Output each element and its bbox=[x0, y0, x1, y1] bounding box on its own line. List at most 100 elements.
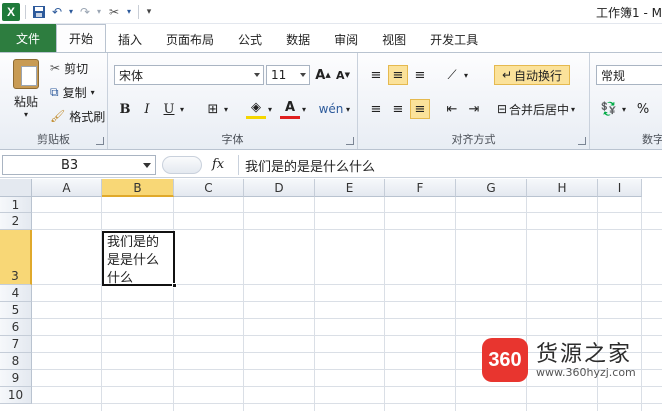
tab-insert[interactable]: 插入 bbox=[106, 26, 154, 52]
bold-button[interactable]: B bbox=[116, 99, 134, 119]
tab-home[interactable]: 开始 bbox=[56, 24, 107, 52]
tab-review[interactable]: 审阅 bbox=[322, 26, 370, 52]
column-header-e[interactable]: E bbox=[315, 179, 385, 197]
align-center-icon[interactable]: ≡ bbox=[388, 99, 408, 119]
select-all-corner[interactable] bbox=[0, 179, 32, 197]
font-name-value: 宋体 bbox=[119, 68, 144, 83]
column-header-a[interactable]: A bbox=[32, 179, 102, 197]
number-format-select[interactable]: 常规 bbox=[596, 65, 662, 85]
cut-button[interactable]: ✂ 剪切 bbox=[50, 59, 88, 77]
row-header-1[interactable]: 1 bbox=[0, 197, 32, 213]
fill-color-icon[interactable]: ◈ bbox=[246, 99, 266, 119]
fill-handle[interactable] bbox=[172, 283, 177, 288]
save-icon[interactable] bbox=[31, 3, 47, 21]
grid-row-line bbox=[32, 229, 662, 230]
redo-dropdown-icon[interactable]: ▾ bbox=[95, 3, 103, 21]
watermark-logo: 360 bbox=[482, 338, 528, 382]
orientation-dropdown-icon[interactable]: ▾ bbox=[462, 65, 470, 85]
row-header-3[interactable]: 3 bbox=[0, 230, 32, 285]
grid-row-line bbox=[32, 318, 662, 319]
percent-button[interactable]: % bbox=[634, 99, 652, 119]
tab-formulas[interactable]: 公式 bbox=[226, 26, 274, 52]
column-header-f[interactable]: F bbox=[385, 179, 456, 197]
undo-icon[interactable]: ↶ bbox=[49, 3, 65, 21]
row-header-9[interactable]: 9 bbox=[0, 370, 32, 387]
font-size-value: 11 bbox=[271, 68, 287, 82]
format-painter-button[interactable]: 🖌 格式刷 bbox=[50, 107, 105, 125]
paste-button[interactable]: 粘贴 ▾ bbox=[6, 59, 46, 119]
row-header-7[interactable]: 7 bbox=[0, 336, 32, 353]
currency-dropdown-icon[interactable]: ▾ bbox=[620, 99, 628, 119]
underline-button[interactable]: U bbox=[160, 99, 178, 119]
font-launcher-icon[interactable] bbox=[346, 137, 354, 145]
tools-icon[interactable]: ✂ bbox=[105, 3, 123, 21]
qat-divider bbox=[25, 4, 26, 19]
row-header-6[interactable]: 6 bbox=[0, 319, 32, 336]
font-name-select[interactable]: 宋体 bbox=[114, 65, 264, 85]
ribbon-tabs: 文件 开始 插入 页面布局 公式 数据 审阅 视图 开发工具 bbox=[0, 24, 662, 52]
redo-icon[interactable]: ↷ bbox=[77, 3, 93, 21]
decrease-indent-icon[interactable]: ⇤ bbox=[442, 99, 462, 119]
increase-indent-icon[interactable]: ⇥ bbox=[464, 99, 484, 119]
copy-label: 复制 bbox=[62, 85, 87, 100]
column-header-h[interactable]: H bbox=[527, 179, 598, 197]
undo-dropdown-icon[interactable]: ▾ bbox=[67, 3, 75, 21]
tab-file[interactable]: 文件 bbox=[0, 24, 56, 52]
merge-center-icon: ⊟ bbox=[496, 102, 508, 116]
tab-view[interactable]: 视图 bbox=[370, 26, 418, 52]
excel-logo-icon[interactable]: X bbox=[2, 2, 20, 21]
customize-qat-icon[interactable]: ▾ bbox=[144, 3, 154, 21]
insert-function-icon[interactable]: fx bbox=[212, 157, 224, 172]
currency-icon[interactable]: 💱 bbox=[598, 99, 620, 119]
wrap-text-button[interactable]: ↵ 自动换行 bbox=[494, 65, 570, 85]
phonetic-dropdown-icon[interactable]: ▾ bbox=[344, 99, 352, 119]
paste-dropdown-icon[interactable]: ▾ bbox=[6, 110, 46, 119]
row-header-5[interactable]: 5 bbox=[0, 302, 32, 319]
italic-button[interactable]: I bbox=[138, 99, 156, 119]
merge-center-button[interactable]: ⊟ 合并后居中 ▾ bbox=[494, 99, 578, 119]
copy-dropdown-icon[interactable]: ▾ bbox=[91, 88, 95, 97]
row-header-8[interactable]: 8 bbox=[0, 353, 32, 370]
align-right-icon[interactable]: ≡ bbox=[410, 99, 430, 119]
tab-page-layout[interactable]: 页面布局 bbox=[154, 26, 226, 52]
column-header-c[interactable]: C bbox=[174, 179, 244, 197]
row-header-10[interactable]: 10 bbox=[0, 387, 32, 404]
formula-bar: B3 fx 我们是的是是什么什么 bbox=[0, 152, 662, 178]
shrink-font-icon[interactable]: A ▼ bbox=[334, 65, 352, 85]
window-title: 工作簿1 - M bbox=[596, 6, 662, 20]
fill-color-dropdown-icon[interactable]: ▾ bbox=[266, 99, 274, 119]
borders-icon[interactable]: ⊞ bbox=[204, 99, 222, 119]
alignment-launcher-icon[interactable] bbox=[578, 137, 586, 145]
align-bottom-icon[interactable]: ≡ bbox=[410, 65, 430, 85]
phonetic-guide-icon[interactable]: wén bbox=[319, 99, 344, 119]
row-header-2[interactable]: 2 bbox=[0, 213, 32, 230]
formula-input[interactable]: 我们是的是是什么什么 bbox=[238, 155, 662, 175]
tab-data[interactable]: 数据 bbox=[274, 26, 322, 52]
clipboard-launcher-icon[interactable] bbox=[96, 137, 104, 145]
column-header-g[interactable]: G bbox=[456, 179, 527, 197]
grid-row-line bbox=[32, 403, 662, 404]
row-header-4[interactable]: 4 bbox=[0, 285, 32, 302]
align-top-icon[interactable]: ≡ bbox=[366, 65, 386, 85]
copy-button[interactable]: ⧉ 复制 ▾ bbox=[50, 83, 95, 101]
active-cell-b3[interactable]: 我们是的是是什么什么 bbox=[102, 231, 175, 286]
tab-developer[interactable]: 开发工具 bbox=[418, 26, 490, 52]
borders-dropdown-icon[interactable]: ▾ bbox=[222, 99, 230, 119]
align-left-icon[interactable]: ≡ bbox=[366, 99, 386, 119]
formula-bar-splitter[interactable] bbox=[162, 156, 202, 174]
orientation-icon[interactable]: ⟋ bbox=[442, 65, 462, 85]
align-middle-icon[interactable]: ≡ bbox=[388, 65, 408, 85]
format-painter-label: 格式刷 bbox=[69, 109, 106, 124]
grow-font-icon[interactable]: A ▲ bbox=[314, 65, 332, 85]
column-header-i[interactable]: I bbox=[598, 179, 642, 197]
watermark-name: 货源之家 bbox=[536, 342, 633, 367]
font-size-select[interactable]: 11 bbox=[266, 65, 310, 85]
ribbon: 粘贴 ▾ ✂ 剪切 ⧉ 复制 ▾ 🖌 格式刷 剪贴板 宋体 11 A▲ A▼ bbox=[0, 52, 662, 150]
tools-dropdown-icon[interactable]: ▾ bbox=[125, 3, 133, 21]
underline-dropdown-icon[interactable]: ▾ bbox=[178, 99, 186, 119]
name-box[interactable]: B3 bbox=[2, 155, 156, 175]
font-color-icon[interactable]: A bbox=[280, 99, 300, 119]
font-color-dropdown-icon[interactable]: ▾ bbox=[300, 99, 308, 119]
column-header-d[interactable]: D bbox=[244, 179, 315, 197]
column-header-b[interactable]: B bbox=[102, 179, 174, 197]
